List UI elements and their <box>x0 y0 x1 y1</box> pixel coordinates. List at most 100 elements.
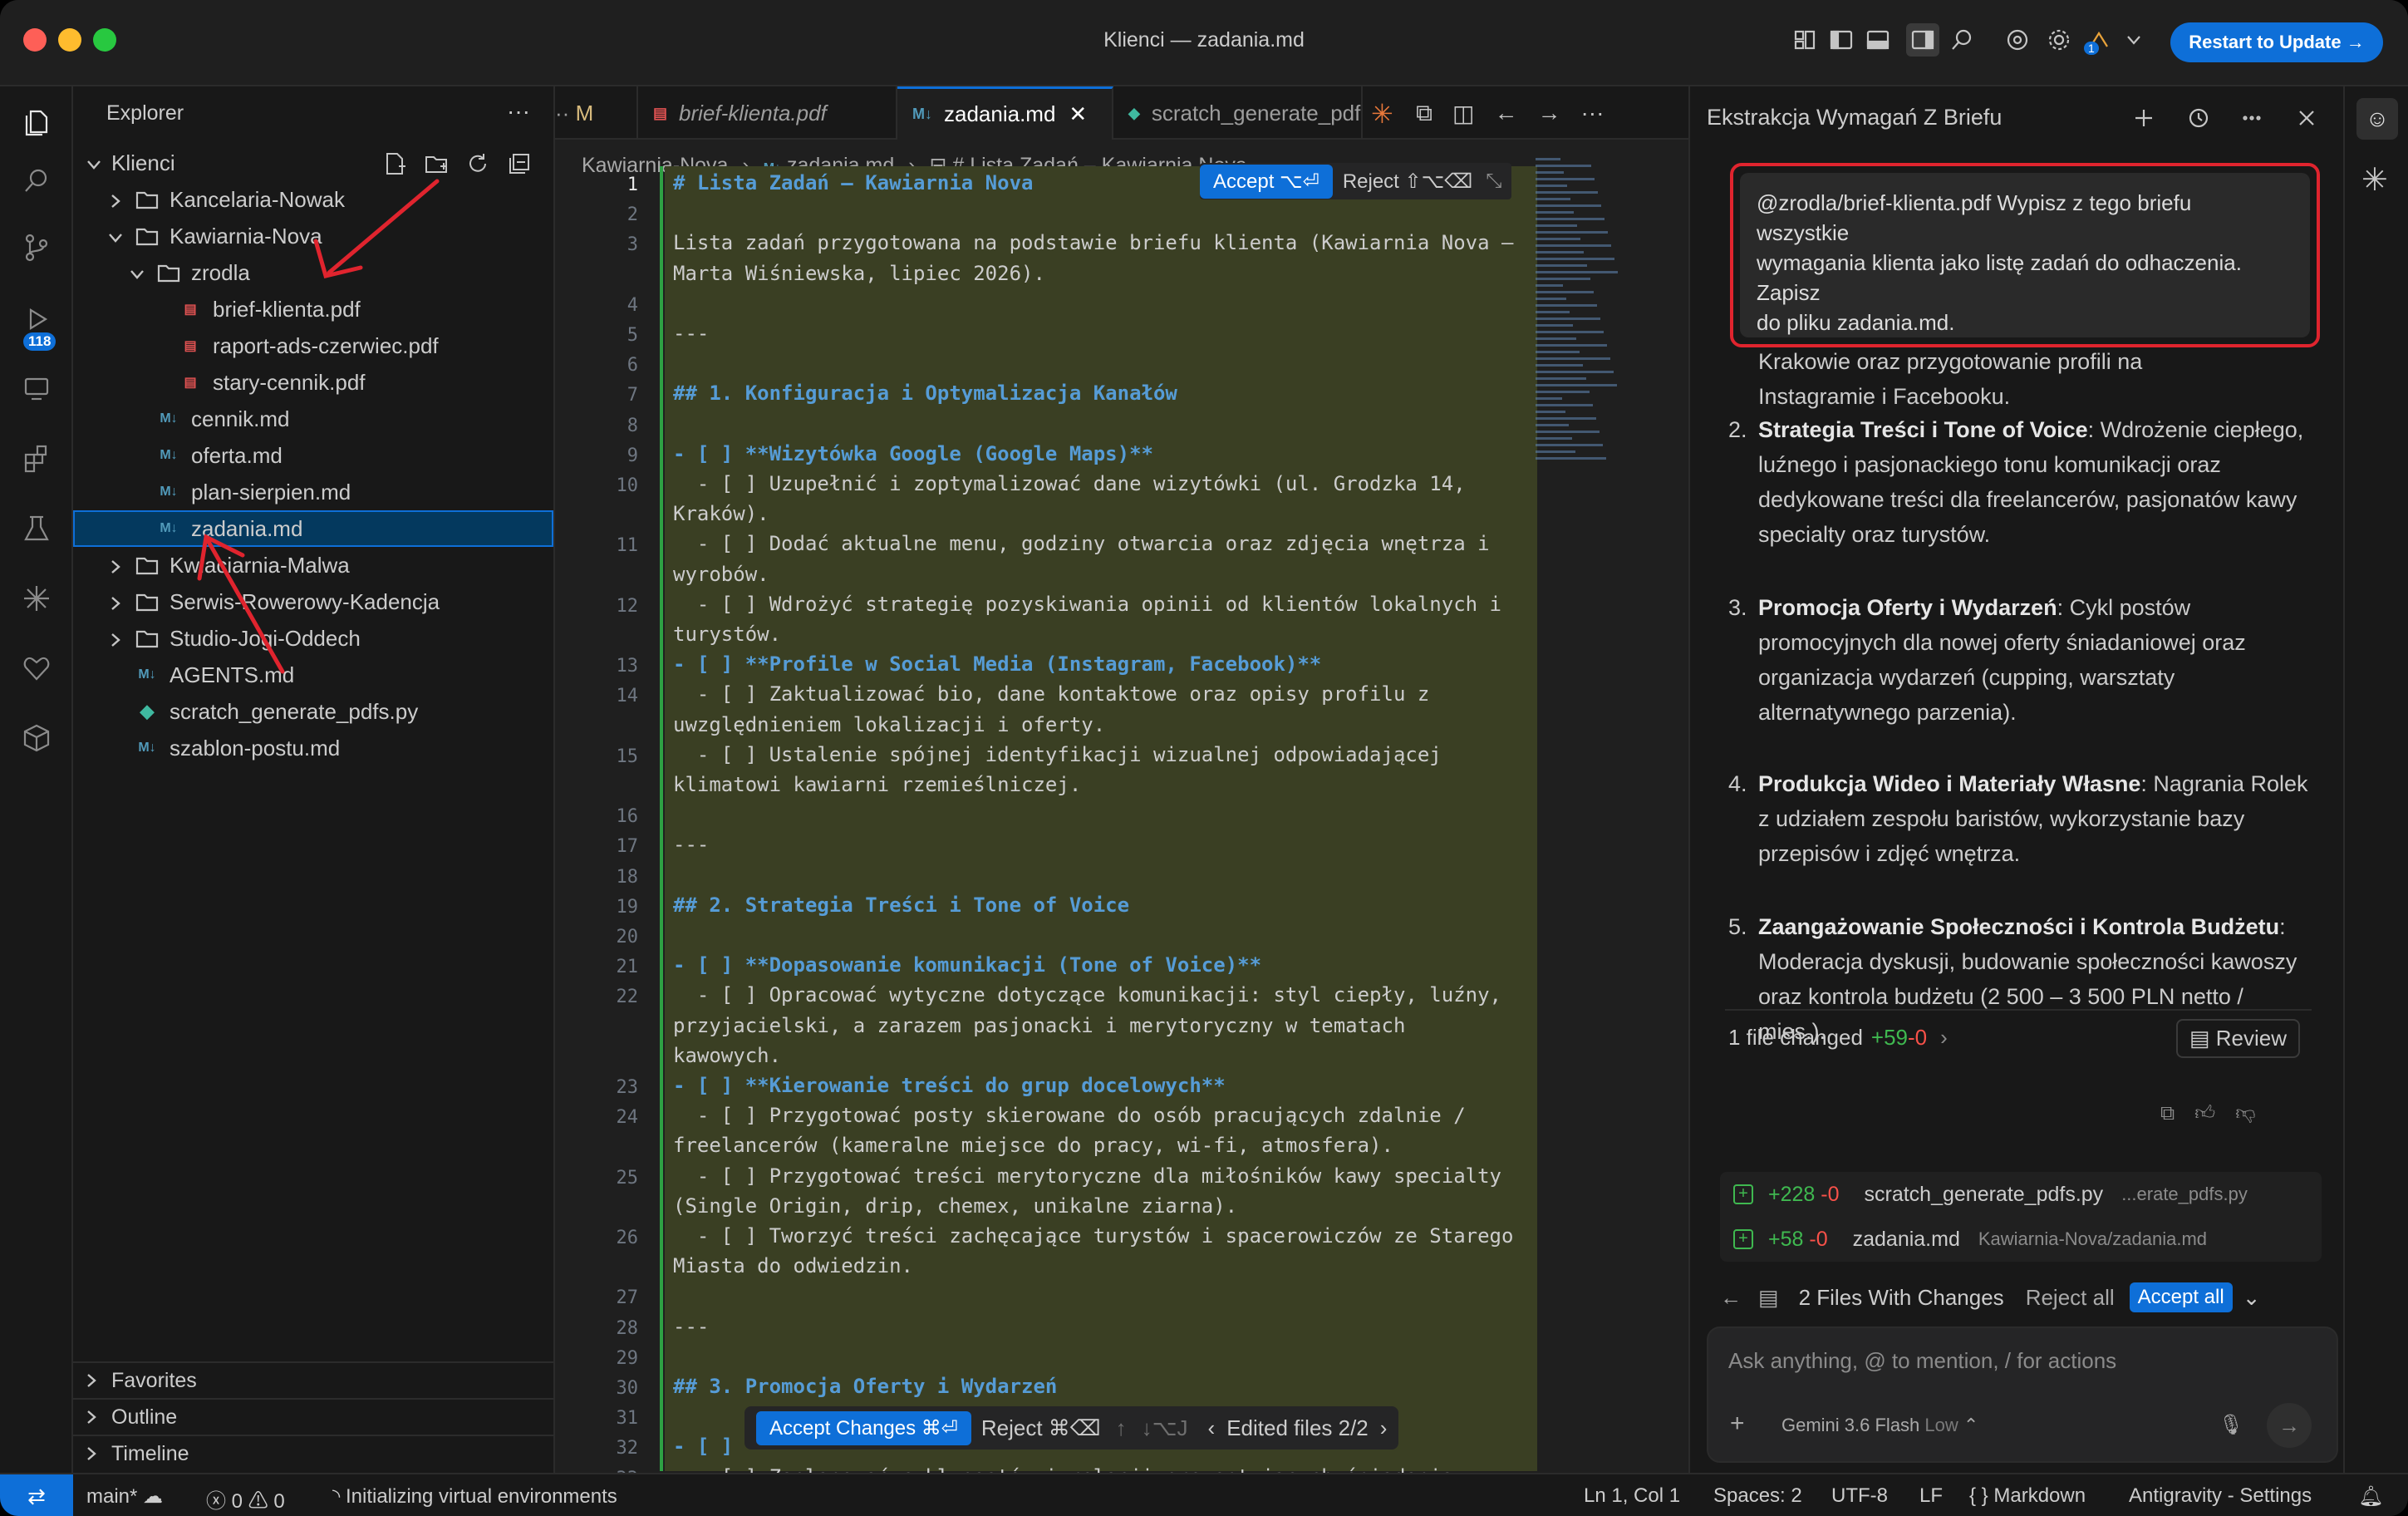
tree-item[interactable]: ▤ brief-klienta.pdf <box>73 291 553 327</box>
chevron-down-icon[interactable]: ⌄ <box>2243 1285 2261 1311</box>
tree-item[interactable]: zrodla <box>73 254 553 291</box>
files-changed-summary[interactable]: 1 file changed +59 -0 › ▤ Review <box>1725 1009 2312 1064</box>
tree-item[interactable]: ▤ raport-ads-czerwiec.pdf <box>73 327 553 364</box>
section-favorites[interactable]: Favorites <box>73 1361 553 1398</box>
changed-file-row[interactable]: + +228 -0 scratch_generate_pdfs.py ...er… <box>1733 1174 2248 1215</box>
remote-explorer-icon[interactable] <box>18 371 55 407</box>
review-button[interactable]: ▤ Review <box>2175 1019 2300 1058</box>
tree-item[interactable]: M↓ cennik.md <box>73 401 553 437</box>
next-file-icon[interactable]: › <box>1380 1415 1388 1441</box>
prev-change-icon[interactable]: ↑ <box>1116 1415 1127 1441</box>
send-icon[interactable]: → <box>2267 1403 2312 1448</box>
back-arrow-icon[interactable]: ← <box>1720 1285 1742 1311</box>
settings-indicator[interactable]: Antigravity - Settings <box>2129 1484 2312 1508</box>
tree-item[interactable]: M↓ AGENTS.md <box>73 657 553 693</box>
sparkle-icon[interactable]: ✳ <box>1371 98 1393 130</box>
section-outline[interactable]: Outline <box>73 1398 553 1435</box>
restart-to-update-button[interactable]: Restart to Update → <box>2170 22 2383 62</box>
tree-item[interactable]: Kawiarnia-Nova <box>73 218 553 254</box>
minimap[interactable] <box>1536 158 1627 474</box>
plus-icon[interactable] <box>2127 101 2160 135</box>
gear-icon[interactable] <box>2042 23 2076 57</box>
testing-icon[interactable] <box>18 510 55 547</box>
toggle-sidebar-icon[interactable] <box>1825 23 1858 57</box>
minimap-line <box>1536 324 1573 327</box>
chat-input[interactable]: Ask anything, @ to mention, / for action… <box>1707 1326 2338 1463</box>
code-editor[interactable]: # Lista Zadań – Kawiarnia Nova Lista zada… <box>660 166 1537 1489</box>
collapse-all-icon[interactable] <box>507 151 532 176</box>
history-icon[interactable] <box>2182 101 2215 135</box>
collapse-icon[interactable]: ⤡ <box>1486 170 1501 193</box>
line-endings[interactable]: LF <box>1919 1484 1943 1508</box>
browser-icon[interactable] <box>2001 23 2034 57</box>
tree-item[interactable]: ▤ stary-cennik.pdf <box>73 364 553 401</box>
agent-icon[interactable]: ☺ <box>2356 98 2398 140</box>
toggle-secondary-sidebar-icon[interactable] <box>1906 23 1939 57</box>
next-change-icon[interactable]: ↓⌥J <box>1142 1415 1188 1441</box>
tree-item[interactable]: Kancelaria-Nowak <box>73 181 553 218</box>
prev-file-icon[interactable]: ‹ <box>1208 1415 1216 1441</box>
more-actions-icon[interactable] <box>2235 101 2268 135</box>
encoding[interactable]: UTF-8 <box>1831 1484 1888 1508</box>
layout-icon[interactable] <box>1788 23 1821 57</box>
cursor-position[interactable]: Ln 1, Col 1 <box>1584 1484 1680 1508</box>
tree-item[interactable]: M↓ plan-sierpien.md <box>73 474 553 510</box>
tree-item[interactable]: M↓ szablon-postu.md <box>73 730 553 766</box>
plus-icon[interactable]: + <box>1730 1410 1745 1438</box>
agent-icon[interactable]: 1 <box>2082 23 2116 57</box>
accept-changes-button[interactable]: Accept Changes ⌘⏎ <box>756 1410 971 1445</box>
reject-changes-button[interactable]: Reject ⌘⌫ <box>981 1415 1101 1441</box>
tree-item[interactable]: ◆ scratch_generate_pdfs.py <box>73 693 553 730</box>
chevron-down-icon[interactable] <box>2117 23 2150 57</box>
section-timeline[interactable]: Timeline <box>73 1435 553 1471</box>
source-control-icon[interactable] <box>18 229 55 266</box>
split-editor-icon[interactable]: ◫ <box>1452 100 1474 127</box>
thumbs-down-icon[interactable]: 👎︎ <box>2235 1102 2255 1125</box>
heart-icon[interactable] <box>18 650 55 687</box>
tree-item[interactable]: Studio-Jogi-Oddech <box>73 620 553 657</box>
more-actions-icon[interactable]: ··· <box>1580 100 1604 127</box>
reject-all-button[interactable]: Reject all <box>2026 1285 2115 1311</box>
sparkle-icon[interactable] <box>18 580 55 617</box>
new-folder-icon[interactable] <box>424 151 449 176</box>
back-arrow-icon[interactable]: ← <box>1494 100 1517 127</box>
reject-hunk-button[interactable]: Reject ⇧⌥⌫ <box>1343 170 1472 194</box>
bell-icon[interactable]: 🔔︎ <box>2358 1484 2383 1509</box>
accept-all-button[interactable]: Accept all <box>2129 1282 2233 1312</box>
more-actions-icon[interactable]: ··· <box>507 98 530 125</box>
tree-item[interactable]: Serwis-Rowerowy-Kadencja <box>73 583 553 620</box>
run-debug-icon[interactable] <box>18 301 55 337</box>
toggle-panel-icon[interactable] <box>1861 23 1894 57</box>
tab-brief-klienta[interactable]: ▤ brief-klienta.pdf <box>638 86 897 140</box>
accept-hunk-button[interactable]: Accept ⌥⏎ <box>1200 164 1333 199</box>
tree-root-klienci[interactable]: Klienci <box>73 145 553 181</box>
tab-scratch[interactable]: ◆ scratch_generate_pdfs <box>1113 86 1363 140</box>
close-icon[interactable] <box>2290 101 2323 135</box>
tree-item[interactable]: Kwiaciarnia-Malwa <box>73 547 553 583</box>
search-icon[interactable] <box>1946 23 1979 57</box>
tab-zadania[interactable]: M↓ zadania.md ✕ <box>897 86 1113 140</box>
explorer-icon[interactable] <box>18 105 55 141</box>
remote-indicator[interactable]: ⇄ <box>0 1474 73 1516</box>
tree-item[interactable]: M↓ oferta.md <box>73 437 553 474</box>
indentation[interactable]: Spaces: 2 <box>1713 1484 1802 1508</box>
new-file-icon[interactable] <box>382 151 407 176</box>
thumbs-up-icon[interactable]: 👍︎ <box>2194 1102 2215 1125</box>
changed-file-row[interactable]: + +58 -0 zadania.md Kawiarnia-Nova/zadan… <box>1733 1218 2207 1260</box>
forward-arrow-icon[interactable]: → <box>1537 100 1560 127</box>
refresh-icon[interactable] <box>465 151 490 176</box>
problems-indicator[interactable]: ⓧ 0 ⚠ 0 <box>206 1484 285 1514</box>
sparkle-icon[interactable]: ✳ <box>2361 161 2388 199</box>
branch-indicator[interactable]: main* ☁︎ <box>86 1484 163 1509</box>
model-selector[interactable]: Gemini 3.6 Flash Low ⌃ <box>1781 1415 1978 1436</box>
tab-overflow[interactable]: ·· M <box>555 86 638 140</box>
microphone-icon[interactable]: 🎙︎ <box>2219 1413 2243 1437</box>
package-icon[interactable] <box>18 720 55 756</box>
compare-icon[interactable]: ⧉ <box>1416 100 1433 127</box>
tree-item[interactable]: M↓ zadania.md <box>73 510 553 547</box>
extensions-icon[interactable] <box>18 441 55 477</box>
search-icon[interactable] <box>18 163 55 199</box>
copy-icon[interactable]: ⧉ <box>2160 1102 2175 1125</box>
language-mode[interactable]: { } Markdown <box>1969 1484 2086 1508</box>
close-icon[interactable]: ✕ <box>1069 101 1087 127</box>
